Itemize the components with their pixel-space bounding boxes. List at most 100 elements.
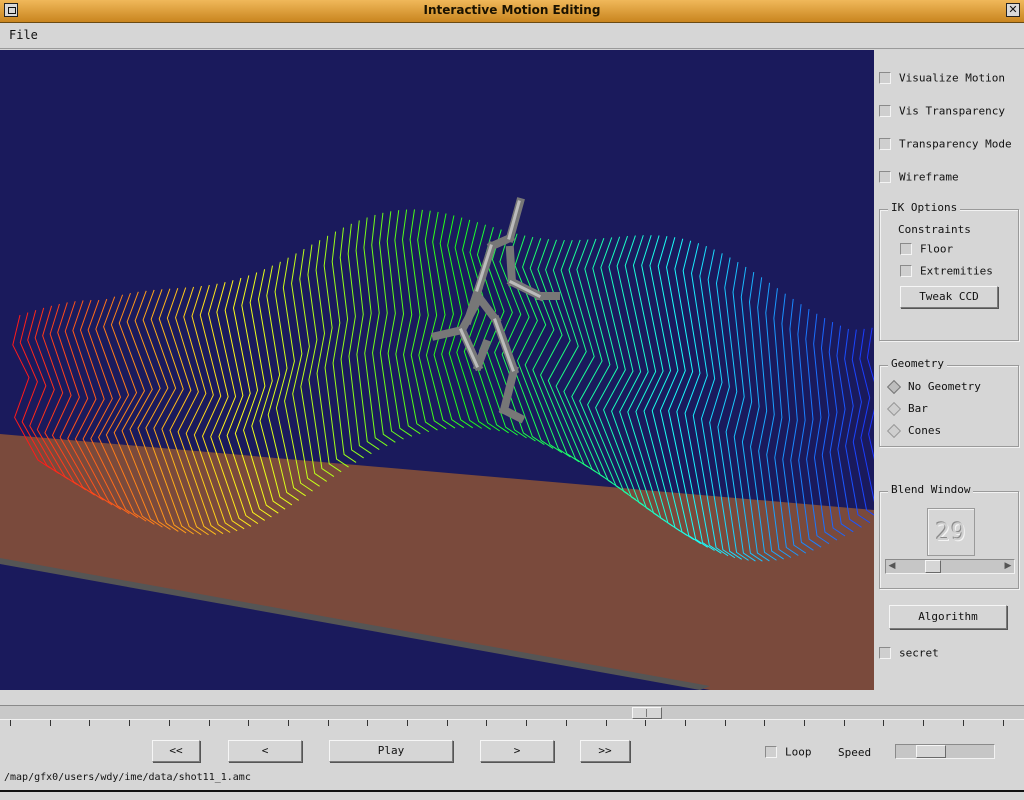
speed-slider[interactable] (895, 744, 995, 759)
timeline-tick (1002, 720, 1004, 726)
bottom-border (0, 790, 1024, 800)
timeline-tick (486, 720, 488, 726)
timeline-tick (287, 720, 289, 726)
loop-checkbox[interactable]: Loop (765, 745, 812, 761)
timeline-tick (327, 720, 329, 726)
visualize-motion-checkbox[interactable]: Visualize Motion (879, 71, 1005, 87)
control-panel: Visualize Motion Vis Transparency Transp… (875, 50, 1024, 690)
timeline-tick (804, 720, 805, 726)
trail-line (600, 237, 652, 511)
checkbox-box[interactable] (879, 171, 891, 183)
skeleton-figure (431, 197, 560, 424)
timeline-tick (962, 720, 964, 726)
timeline-tick (724, 720, 726, 726)
trail-line (409, 209, 438, 431)
timeline-tick (645, 720, 647, 726)
trail-line (394, 210, 421, 435)
timeline-tick (168, 720, 170, 726)
checkbox-box[interactable] (879, 138, 891, 150)
radio-diamond-icon[interactable] (886, 379, 902, 395)
slider-right-arrow-icon[interactable]: ▶ (1002, 560, 1014, 572)
trail-line (378, 212, 404, 440)
trail-line (339, 227, 364, 459)
timeline-tick (208, 720, 210, 726)
timeline-tick (684, 720, 686, 726)
window-title: Interactive Motion Editing (423, 3, 601, 17)
slider-thumb[interactable] (915, 745, 946, 758)
slider-left-arrow-icon[interactable]: ◀ (886, 560, 898, 572)
checkbox-box[interactable] (900, 243, 912, 255)
trail-line (307, 244, 335, 478)
speed-label: Speed (838, 746, 872, 759)
trail-line (529, 238, 580, 463)
trail-line (331, 231, 357, 463)
radio-diamond-icon[interactable] (886, 423, 902, 439)
slider-thumb[interactable] (925, 560, 942, 573)
wireframe-label: Wireframe (899, 170, 959, 184)
close-icon[interactable]: ✕ (1006, 3, 1020, 17)
geometry-title: Geometry (888, 357, 947, 370)
title-bar: Interactive Motion Editing ✕ (0, 0, 1024, 23)
trail-line (522, 236, 571, 458)
option-label: Cones (908, 424, 942, 437)
wireframe-checkbox[interactable]: Wireframe (879, 170, 959, 186)
checkbox-box[interactable] (879, 72, 891, 84)
timeline-tick (843, 720, 845, 726)
extremities-label: Extremities (920, 264, 993, 278)
blend-window-slider[interactable]: ◀ ▶ (885, 559, 1015, 574)
play-button[interactable]: Play (329, 740, 453, 762)
tweak-ccd-button[interactable]: Tweak CCD (900, 286, 998, 308)
motion-viewport[interactable] (0, 50, 874, 690)
fast-forward-button[interactable]: >> (580, 740, 630, 762)
trail-line (844, 328, 871, 524)
trail-line (291, 253, 320, 487)
geometry-option-bar[interactable]: Bar (886, 401, 928, 417)
floor-checkbox[interactable]: Floor (900, 242, 953, 258)
blend-window-value: 29 (935, 518, 967, 546)
trail-line (323, 235, 349, 468)
option-label: Bar (908, 402, 928, 415)
timeline-tick (764, 720, 766, 726)
menu-file[interactable]: File (9, 28, 38, 42)
menu-bar: File (0, 23, 1024, 49)
file-path-status: /map/gfx0/users/wdy/ime/data/shot11_1.am… (4, 772, 251, 783)
trail-line (386, 211, 413, 437)
step-back-button[interactable]: < (228, 740, 302, 762)
timeline-tick (883, 720, 885, 726)
timeline-tick (10, 720, 11, 726)
radio-diamond-icon[interactable] (886, 401, 902, 417)
trail-line (866, 327, 874, 460)
timeline-scrollbar[interactable] (0, 705, 1024, 720)
rewind-button[interactable]: << (152, 740, 200, 762)
trail-line (282, 257, 313, 492)
geometry-option-cones[interactable]: Cones (886, 423, 942, 439)
checkbox-box[interactable] (900, 265, 912, 277)
timeline-tick (248, 720, 250, 726)
timeline-tick (129, 720, 131, 726)
algorithm-button[interactable]: Algorithm (889, 605, 1007, 629)
checkbox-box[interactable] (765, 746, 777, 758)
timeline-thumb[interactable] (632, 707, 662, 719)
timeline-tick (446, 720, 448, 726)
secret-checkbox[interactable]: secret (879, 646, 939, 662)
step-forward-button[interactable]: > (480, 740, 554, 762)
transparency-mode-checkbox[interactable]: Transparency Mode (879, 137, 1012, 153)
scene-canvas (0, 197, 874, 690)
timeline-tick (89, 720, 91, 726)
geometry-option-no-geometry[interactable]: No Geometry (886, 379, 981, 395)
timeline-tick (49, 720, 51, 726)
checkbox-box[interactable] (879, 647, 891, 659)
loop-label: Loop (785, 745, 812, 759)
secret-label: secret (899, 646, 939, 660)
timeline-tick (526, 720, 528, 726)
vis-transparency-label: Vis Transparency (899, 104, 1005, 118)
extremities-checkbox[interactable]: Extremities (900, 264, 993, 280)
vis-transparency-checkbox[interactable]: Vis Transparency (879, 104, 1005, 120)
trail-line (454, 217, 491, 430)
constraints-label: Constraints (898, 223, 971, 236)
timeline-tick (565, 720, 567, 726)
checkbox-box[interactable] (879, 105, 891, 117)
trail-line (315, 240, 342, 473)
trail-line (576, 239, 629, 495)
trail-line (632, 235, 681, 532)
